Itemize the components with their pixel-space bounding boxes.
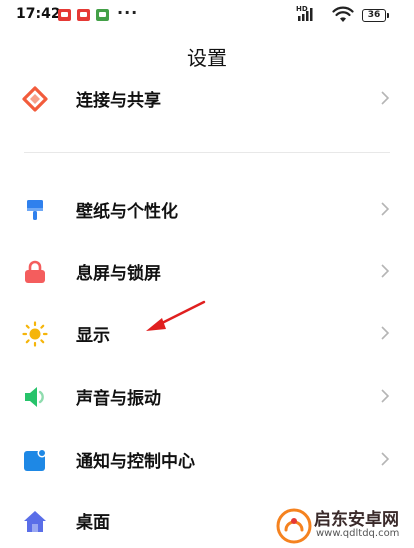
- chevron-right-icon: [381, 326, 390, 340]
- chevron-right-icon: [381, 452, 390, 466]
- settings-item-display[interactable]: 显示: [0, 305, 414, 361]
- settings-item-notifications-control[interactable]: 通知与控制中心: [0, 431, 414, 487]
- settings-item-label: 显示: [76, 326, 110, 346]
- settings-item-sound-vibration[interactable]: 声音与振动: [0, 368, 414, 424]
- status-bar: 17:42 ··· HD 36: [0, 0, 414, 30]
- app-notification-icon: [58, 9, 71, 21]
- settings-item-label: 通知与控制中心: [76, 452, 195, 472]
- speaker-icon: [25, 387, 44, 407]
- chevron-right-icon: [381, 264, 390, 278]
- settings-item-label: 声音与振动: [76, 389, 161, 409]
- watermark-title: 启东安卓网: [314, 510, 399, 530]
- settings-item-lock-screen[interactable]: 息屏与锁屏: [0, 243, 414, 299]
- settings-item-label: 息屏与锁屏: [76, 264, 161, 284]
- settings-item-connection-sharing[interactable]: 连接与共享: [0, 70, 414, 126]
- paint-brush-icon: [27, 200, 43, 220]
- settings-item-label: 壁纸与个性化: [76, 202, 178, 222]
- chevron-right-icon: [381, 389, 390, 403]
- chevron-right-icon: [381, 91, 390, 105]
- lock-icon: [25, 260, 45, 283]
- section-divider: [24, 152, 390, 153]
- watermark-url: www.qdltdq.com: [316, 528, 400, 539]
- watermark: 启东安卓网 www.qdltdq.com: [276, 504, 408, 544]
- share-diamond-icon: [22, 86, 48, 112]
- wifi-icon: [332, 6, 354, 22]
- notification-icon: [24, 448, 47, 471]
- settings-item-label: 连接与共享: [76, 91, 161, 111]
- chevron-right-icon: [381, 202, 390, 216]
- more-notifications-icon: ···: [117, 3, 139, 22]
- home-icon: [24, 511, 46, 532]
- battery-icon: 36: [362, 9, 389, 22]
- app-notification-icon: [96, 9, 109, 21]
- app-notification-icon: [77, 9, 90, 21]
- site-logo-icon: [276, 508, 312, 544]
- settings-item-label: 桌面: [76, 513, 110, 533]
- page-title: 设置: [187, 46, 227, 70]
- sun-icon: [22, 321, 48, 347]
- signal-icon: HD: [296, 5, 322, 23]
- settings-item-wallpaper[interactable]: 壁纸与个性化: [0, 181, 414, 237]
- status-time: 17:42: [16, 6, 61, 22]
